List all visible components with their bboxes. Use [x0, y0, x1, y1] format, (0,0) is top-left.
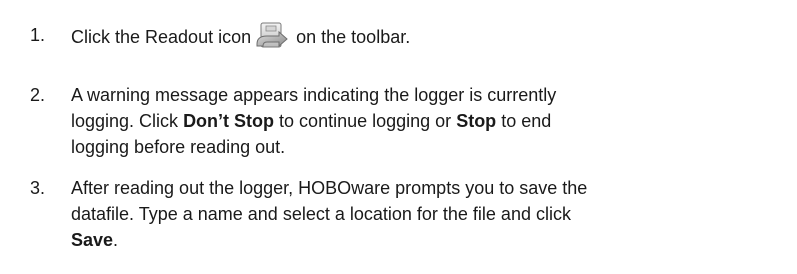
step-line: Save. [71, 227, 771, 253]
step-text: A warning message appears indicating the… [71, 82, 771, 160]
save-label: Save [71, 230, 114, 250]
step-number: 3. [30, 178, 46, 198]
step-number: 2. [30, 85, 46, 105]
text-run: . [113, 230, 119, 250]
text-run: logging. Click [71, 111, 184, 131]
step-text-post-icon: on the toolbar. [296, 27, 411, 47]
step-text-pre-icon: Click the Readout icon [71, 27, 252, 47]
step-line: datafile. Type a name and select a locat… [71, 204, 571, 224]
dont-stop-label: Don’t Stop [183, 111, 275, 131]
step-text: Click the Readout icon on the toolbar. [71, 22, 771, 50]
step-text: After reading out the logger, HOBOware p… [71, 175, 771, 253]
text-run: to end [496, 111, 552, 131]
text-run: to continue logging or [274, 111, 457, 131]
step-number: 1. [30, 25, 46, 45]
readout-icon [255, 22, 289, 50]
step-line: logging. Click Don’t Stop to continue lo… [71, 108, 771, 134]
step-line: logging before reading out. [71, 137, 286, 157]
stop-label: Stop [456, 111, 497, 131]
step-line: A warning message appears indicating the… [71, 85, 557, 105]
step-line: Click the Readout icon on the toolbar. [71, 22, 771, 50]
step-line: After reading out the logger, HOBOware p… [71, 178, 588, 198]
